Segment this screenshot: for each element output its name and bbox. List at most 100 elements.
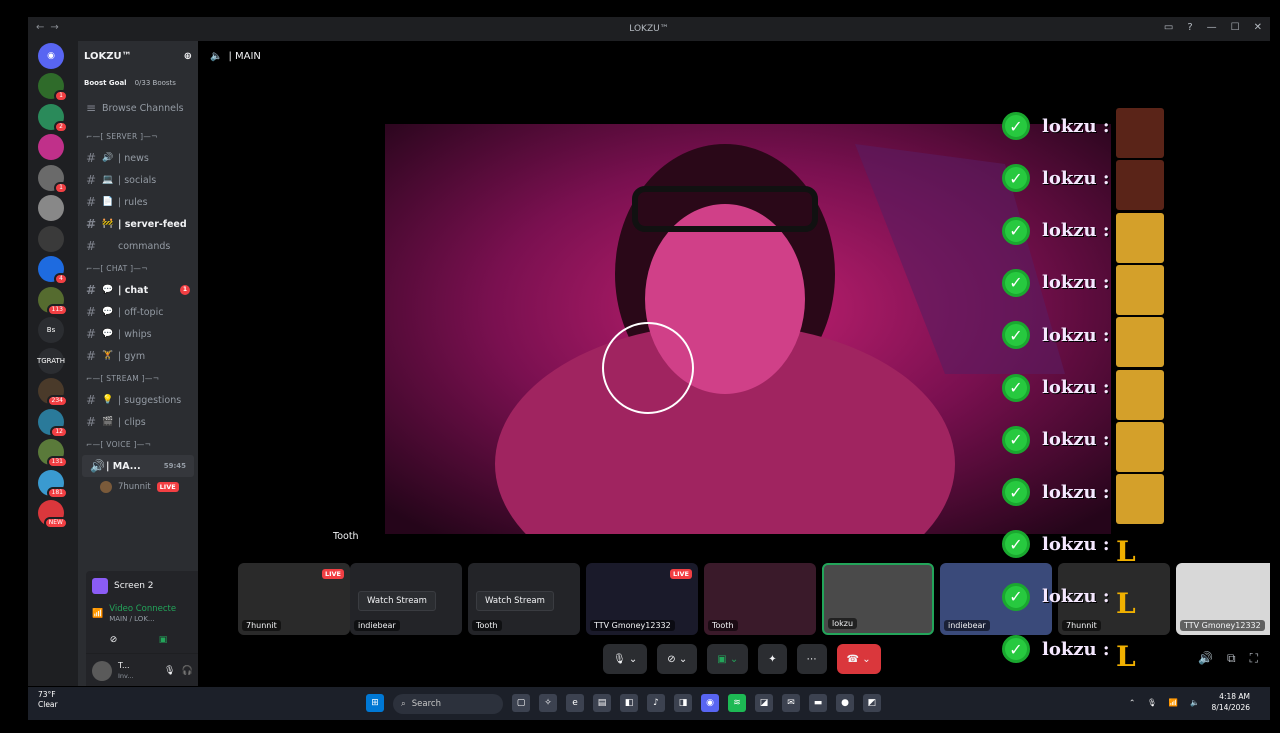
server-icon[interactable]: 181 xyxy=(38,469,68,499)
browse-channels[interactable]: ≡ Browse Channels xyxy=(78,97,198,119)
hash-icon: # xyxy=(86,305,97,319)
channel-gym[interactable]: # 🏋 | gym xyxy=(78,345,198,367)
user-avatar[interactable] xyxy=(92,660,112,681)
watch-stream-button[interactable]: Watch Stream xyxy=(358,591,436,611)
server-icon[interactable]: Bs xyxy=(38,317,64,343)
voice-user[interactable]: 7hunnit LIVE xyxy=(78,477,198,497)
participant-tile[interactable]: Tooth xyxy=(704,563,816,635)
server-icon[interactable]: NEW xyxy=(38,500,68,529)
channel-rules[interactable]: # 📄 | rules xyxy=(78,191,198,213)
participant-tile[interactable]: lokzu xyxy=(822,563,934,635)
app-icon[interactable]: ◪ xyxy=(755,694,773,712)
volume-icon[interactable]: 🔊 xyxy=(1198,651,1213,666)
clock[interactable]: 4:18 AM 8/14/2026 xyxy=(1212,691,1250,713)
channel-chat[interactable]: # 💬 | chat 1 xyxy=(78,279,198,301)
chevron-up-icon[interactable]: ⌃ xyxy=(1129,698,1135,707)
edge-icon[interactable]: e xyxy=(566,694,584,712)
spotify-icon[interactable]: ≋ xyxy=(728,694,746,712)
participant-tile[interactable]: LIVE TTV Gmoney12332 xyxy=(586,563,698,635)
camera-button[interactable]: ⊘ ⌄ xyxy=(657,644,698,674)
participant-tile[interactable]: TTV Gmoney12332 xyxy=(1176,563,1270,635)
participant-tile[interactable]: Watch Stream indiebear xyxy=(350,563,462,635)
live-badge: LIVE xyxy=(669,569,692,579)
watch-stream-button[interactable]: Watch Stream xyxy=(476,591,554,611)
channel-suggestions[interactable]: # 💡 | suggestions xyxy=(78,389,198,411)
notification-badge: 1 xyxy=(54,181,68,194)
participant-tile[interactable]: LIVE 7hunnit xyxy=(238,563,350,635)
popout-icon[interactable]: ⧉ xyxy=(1227,651,1236,666)
volume-icon[interactable]: 🔈 xyxy=(1190,698,1199,707)
tiktok-icon[interactable]: ♪ xyxy=(647,694,665,712)
start-icon[interactable]: ⊞ xyxy=(366,694,384,712)
voice-channel-main[interactable]: 🔊 | MA... 59:45 xyxy=(82,455,194,477)
chat-message: ✓ lokzu : xyxy=(1002,466,1110,518)
camera-off-button[interactable]: ⊘ xyxy=(110,635,118,645)
emote-gold xyxy=(1116,212,1164,263)
headphones-icon[interactable]: 🎧 xyxy=(181,666,192,676)
terminal-icon[interactable]: ▬ xyxy=(809,694,827,712)
task-view-icon[interactable]: ▢ xyxy=(512,694,530,712)
channel-commands[interactable]: # commands xyxy=(78,235,198,257)
close-button[interactable]: ✕ xyxy=(1254,22,1262,33)
server-icon[interactable]: 234 xyxy=(38,378,68,407)
server-icon[interactable]: 131 xyxy=(38,439,68,468)
discord-icon[interactable]: ◉ xyxy=(701,694,719,712)
maximize-button[interactable]: ☐ xyxy=(1231,22,1240,33)
server-icon[interactable]: 1 xyxy=(38,164,68,194)
channel-serverfeed[interactable]: # 🚧 | server-feed xyxy=(78,213,198,235)
server-icon[interactable] xyxy=(38,195,64,221)
weather-widget[interactable]: 73°F Clear xyxy=(38,690,58,710)
fullscreen-icon[interactable]: ⛶ xyxy=(1250,651,1258,666)
server-name[interactable]: LOKZU™ xyxy=(84,51,132,62)
channel-news[interactable]: # 🔊 | news xyxy=(78,147,198,169)
chatter-name: lokzu : xyxy=(1042,377,1110,398)
share-screen-button[interactable]: ▣ xyxy=(159,635,168,645)
channel-socials[interactable]: # 💻 | socials xyxy=(78,169,198,191)
screen-share-button[interactable]: ▣ ⌄ xyxy=(707,644,749,674)
category-chat[interactable]: ⌐—[ CHAT ]—¬ xyxy=(78,257,198,279)
search-box[interactable]: ⌕ Search xyxy=(393,694,503,714)
activities-button[interactable]: ✦ xyxy=(758,644,787,674)
app-icon[interactable]: ◨ xyxy=(674,694,692,712)
screen-label: Screen 2 xyxy=(114,581,154,591)
inbox-icon[interactable]: ▭ xyxy=(1164,22,1173,33)
server-icon[interactable]: 113 xyxy=(38,286,68,316)
hash-icon: # xyxy=(86,327,97,341)
help-icon[interactable]: ? xyxy=(1187,22,1192,33)
server-icon[interactable]: 12 xyxy=(38,408,68,438)
channel-whips[interactable]: # 💬 | whips xyxy=(78,323,198,345)
category-voice[interactable]: ⌐—[ VOICE ]—¬ xyxy=(78,433,198,455)
mic-icon[interactable]: 🎙 xyxy=(1147,698,1157,707)
channel-clips[interactable]: # 🎬 | clips xyxy=(78,411,198,433)
minimize-button[interactable]: — xyxy=(1207,22,1217,33)
more-options-button[interactable]: ⋯ xyxy=(796,644,827,674)
boost-goal[interactable]: Boost Goal 0/33 Boosts xyxy=(84,75,192,91)
server-icon[interactable]: TGRATH xyxy=(37,347,65,374)
category-stream[interactable]: ⌐—[ STREAM ]—¬ xyxy=(78,367,198,389)
server-icon[interactable]: 2 xyxy=(38,103,68,133)
boost-label: Boost Goal xyxy=(84,79,127,87)
participant-tile[interactable]: Watch Stream Tooth xyxy=(468,563,580,635)
nav-arrows[interactable]: ←→ xyxy=(36,22,65,33)
server-icon[interactable]: 1 xyxy=(38,73,68,102)
app-icon[interactable]: ◩ xyxy=(863,694,881,712)
channel-offtopic[interactable]: # 💬 | off-topic xyxy=(78,301,198,323)
wifi-icon[interactable]: 📶 xyxy=(1169,698,1178,707)
unread-badge: 1 xyxy=(179,285,190,295)
mic-icon[interactable]: 🎙 xyxy=(164,666,175,676)
server-icon[interactable]: 4 xyxy=(38,256,68,285)
disconnect-button[interactable]: ☎ ⌄ xyxy=(836,644,881,674)
server-icon[interactable] xyxy=(38,225,64,252)
channel-name: | rules xyxy=(118,196,148,208)
add-member-icon[interactable]: ⊕ xyxy=(184,51,192,62)
file-explorer-icon[interactable]: ▤ xyxy=(593,694,611,712)
category-server[interactable]: ⌐—[ SERVER ]—¬ xyxy=(78,125,198,147)
server-icon[interactable] xyxy=(38,134,64,160)
copilot-icon[interactable]: ✧ xyxy=(539,694,557,712)
store-icon[interactable]: ◧ xyxy=(620,694,638,712)
discord-home-icon[interactable]: ◉ xyxy=(38,43,64,69)
channel-sidebar: LOKZU™ ⊕ Boost Goal 0/33 Boosts ≡ Browse… xyxy=(78,41,240,686)
obs-icon[interactable]: ● xyxy=(836,694,854,712)
outlook-icon[interactable]: ✉ xyxy=(782,694,800,712)
mute-button[interactable]: 🎙 ⌄ xyxy=(603,644,648,674)
